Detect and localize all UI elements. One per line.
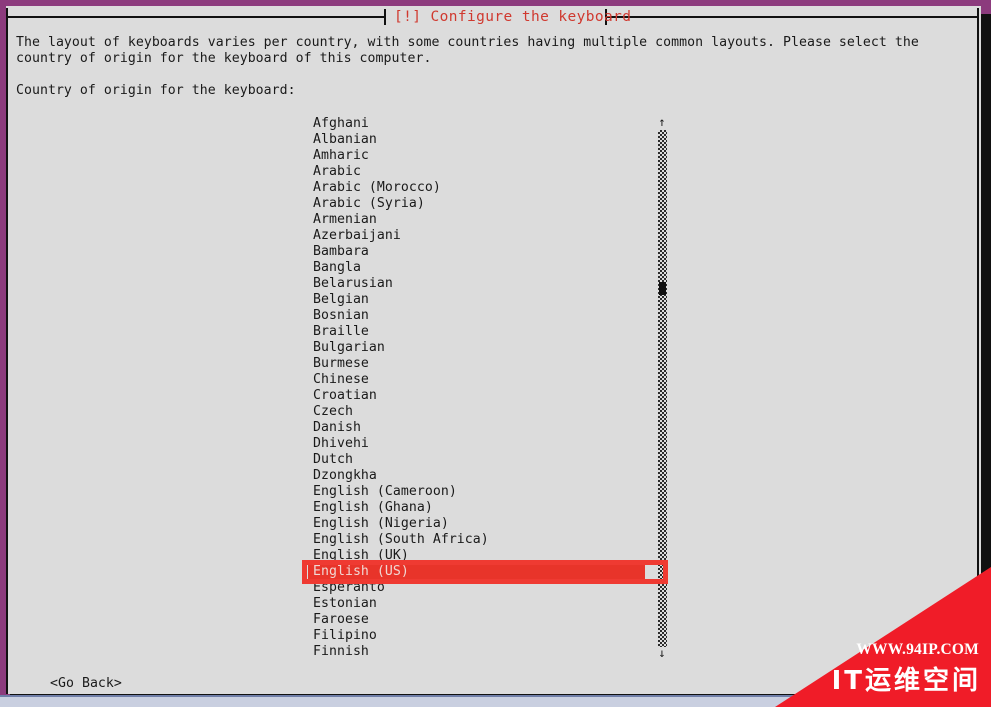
list-item[interactable]: Dutch bbox=[313, 452, 643, 468]
list-item[interactable]: English (US) bbox=[313, 564, 643, 580]
list-item[interactable]: Croatian bbox=[313, 388, 643, 404]
taskbar-strip bbox=[0, 697, 991, 707]
country-prompt-label: Country of origin for the keyboard: bbox=[16, 83, 296, 98]
list-item[interactable]: Bulgarian bbox=[313, 340, 643, 356]
scrollbar-track[interactable] bbox=[658, 130, 667, 647]
list-item[interactable]: English (South Africa) bbox=[313, 532, 643, 548]
list-item[interactable]: Braille bbox=[313, 324, 643, 340]
dialog-border-left bbox=[6, 8, 8, 694]
list-item[interactable]: Czech bbox=[313, 404, 643, 420]
list-item[interactable]: Bosnian bbox=[313, 308, 643, 324]
list-item[interactable]: Burmese bbox=[313, 356, 643, 372]
dialog-titlebar: [!] Configure the keyboard bbox=[8, 5, 977, 27]
list-item[interactable]: English (UK) bbox=[313, 548, 643, 564]
list-item[interactable]: English (Ghana) bbox=[313, 500, 643, 516]
list-item[interactable]: Afghani bbox=[313, 116, 643, 132]
list-item[interactable]: Arabic (Morocco) bbox=[313, 180, 643, 196]
list-item[interactable]: Azerbaijani bbox=[313, 228, 643, 244]
list-item[interactable]: Albanian bbox=[313, 132, 643, 148]
list-item[interactable]: Arabic bbox=[313, 164, 643, 180]
list-item[interactable]: Finnish bbox=[313, 644, 643, 660]
list-item[interactable]: Armenian bbox=[313, 212, 643, 228]
title-rule-left bbox=[8, 16, 386, 18]
list-item[interactable]: Amharic bbox=[313, 148, 643, 164]
dialog-border-right bbox=[977, 8, 979, 694]
list-item[interactable]: Estonian bbox=[313, 596, 643, 612]
list-item[interactable]: Belgian bbox=[313, 292, 643, 308]
list-scrollbar[interactable]: ↑ ↓ bbox=[655, 116, 669, 660]
title-rule-left-cap bbox=[384, 9, 386, 25]
scroll-down-arrow-icon[interactable]: ↓ bbox=[655, 647, 669, 660]
list-item[interactable]: Dhivehi bbox=[313, 436, 643, 452]
list-item[interactable]: Belarusian bbox=[313, 276, 643, 292]
list-item[interactable]: Faroese bbox=[313, 612, 643, 628]
scroll-up-arrow-icon[interactable]: ↑ bbox=[655, 116, 669, 129]
list-item[interactable]: Filipino bbox=[313, 628, 643, 644]
list-item[interactable]: Arabic (Syria) bbox=[313, 196, 643, 212]
list-item[interactable]: Esperanto bbox=[313, 580, 643, 596]
description-line-1: The layout of keyboards varies per count… bbox=[16, 35, 919, 50]
scrollbar-thumb[interactable] bbox=[659, 282, 666, 295]
list-item[interactable]: English (Nigeria) bbox=[313, 516, 643, 532]
installer-screen: [!] Configure the keyboard The layout of… bbox=[0, 0, 991, 707]
country-list[interactable]: Afghani Albanian Amharic Arabic Arabic (Moro… bbox=[313, 116, 643, 660]
list-item[interactable]: Chinese bbox=[313, 372, 643, 388]
list-item[interactable]: English (Cameroon) bbox=[313, 484, 643, 500]
dialog-title: [!] Configure the keyboard bbox=[394, 9, 632, 25]
list-item[interactable]: Bangla bbox=[313, 260, 643, 276]
go-back-button[interactable]: <Go Back> bbox=[50, 676, 122, 692]
list-item[interactable]: Dzongkha bbox=[313, 468, 643, 484]
description-line-2: country of origin for the keyboard of th… bbox=[16, 51, 432, 66]
title-rule-right bbox=[605, 16, 977, 18]
list-item[interactable]: Bambara bbox=[313, 244, 643, 260]
list-item[interactable]: Danish bbox=[313, 420, 643, 436]
